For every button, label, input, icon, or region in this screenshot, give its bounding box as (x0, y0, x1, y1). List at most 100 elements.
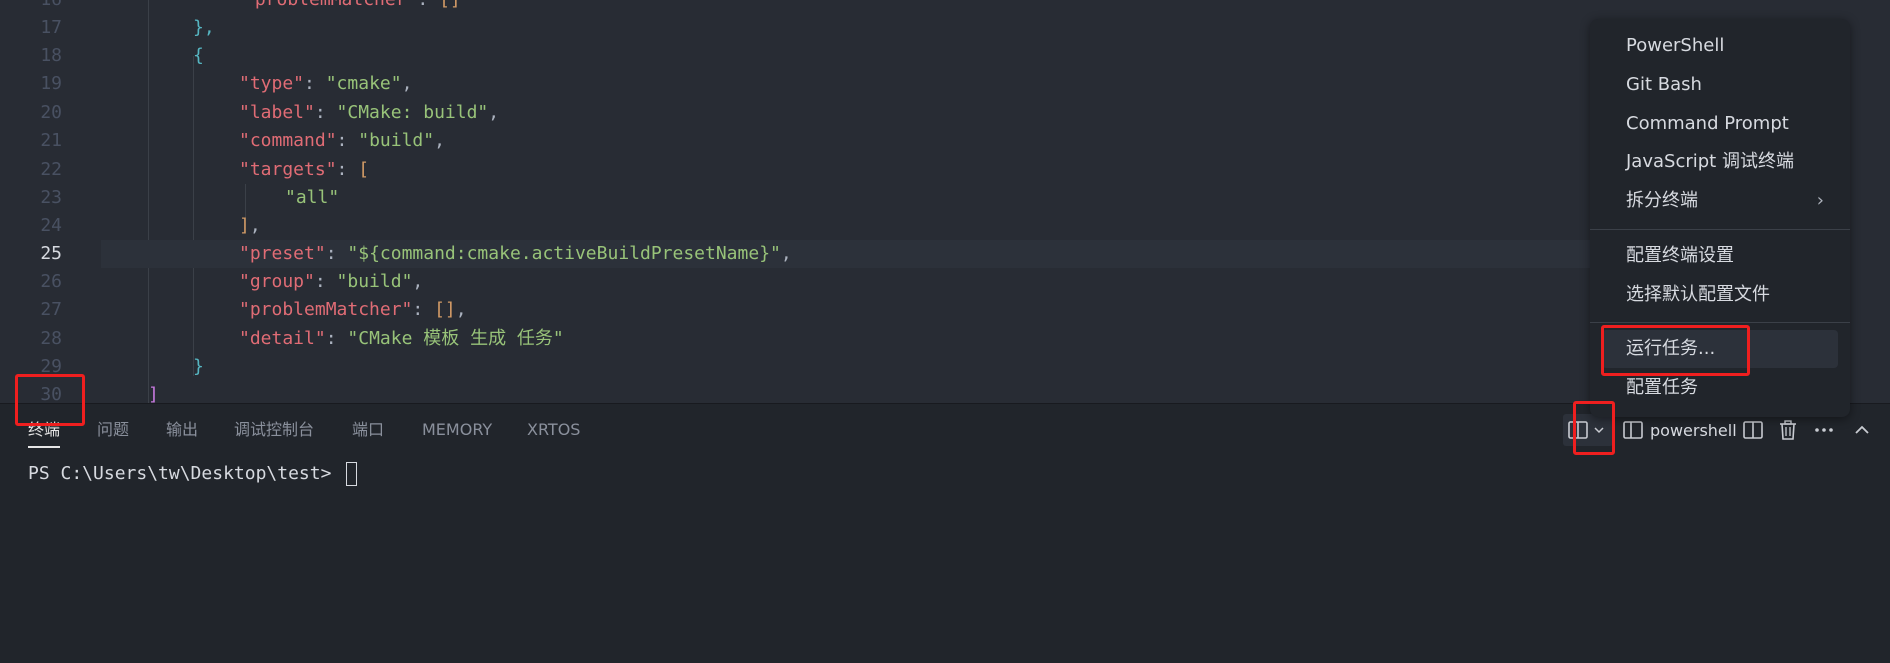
menu-item-configure-terminal-settings[interactable]: 配置终端设置 (1602, 237, 1838, 275)
code-token: : (325, 328, 348, 349)
code-token: "${command:cmake.activeBuildPresetName}" (347, 243, 781, 264)
code-text: "preset": "${command:cmake.activeBuildPr… (239, 240, 792, 268)
more-icon (1812, 419, 1836, 441)
menu-item-command-prompt[interactable]: Command Prompt (1602, 105, 1838, 143)
code-token: "all" (285, 187, 340, 208)
prompt-text: PS C:\Users\tw\Desktop\test> (28, 463, 343, 484)
line-number: 18 (40, 45, 62, 66)
terminal-prompt[interactable]: PS C:\Users\tw\Desktop\test> (28, 460, 358, 488)
line-number: 17 (40, 17, 62, 38)
line-number: 21 (40, 130, 62, 151)
code-text: "problemMatcher": [], (239, 296, 467, 324)
code-token: , (455, 299, 467, 320)
code-token: : (412, 299, 435, 320)
annotation-box-terminal-tab (15, 374, 85, 426)
maximize-panel-button[interactable] (1852, 414, 1872, 446)
shell-label: powershell (1650, 420, 1737, 440)
menu-item-split-terminal-label: 拆分终端 (1626, 190, 1698, 211)
code-token: "cmake" (325, 73, 402, 94)
code-text: "type": "cmake", (239, 70, 412, 98)
code-token: , (412, 271, 424, 292)
line-number: 28 (40, 328, 62, 349)
annotation-box-run-task (1601, 325, 1750, 376)
code-token: "problemMatcher" (244, 0, 417, 10)
menu-item-split-terminal[interactable]: 拆分终端 › (1602, 182, 1838, 220)
code-token: : (325, 243, 348, 264)
code-token: : (314, 102, 337, 123)
code-token: : (336, 130, 359, 151)
code-text: } (193, 353, 204, 381)
code-token: [] (439, 0, 461, 10)
code-text: { (193, 42, 204, 70)
terminal-cursor (346, 462, 358, 486)
line-number: 25 (40, 243, 62, 264)
code-token: "preset" (239, 243, 326, 264)
line-number: 24 (40, 215, 62, 236)
code-token: "group" (239, 271, 315, 292)
tab-ports[interactable]: 端口 (352, 404, 384, 456)
line-number: 27 (40, 299, 62, 320)
line-number: 23 (40, 187, 62, 208)
tab-problems[interactable]: 问题 (97, 404, 129, 456)
code-text: "group": "build", (239, 268, 423, 296)
chevron-up-icon (1852, 420, 1872, 440)
code-token: [] (434, 299, 456, 320)
code-token: "CMake 模板 生成 任务" (347, 328, 564, 349)
line-number: 20 (40, 102, 62, 123)
menu-item-javascript-debug-terminal[interactable]: JavaScript 调试终端 (1602, 143, 1838, 181)
tab-xrtos[interactable]: XRTOS (527, 404, 580, 456)
line-number: 26 (40, 271, 62, 292)
line-number: 22 (40, 159, 62, 180)
split-icon (1742, 419, 1764, 441)
code-token: , (249, 215, 261, 236)
chevron-right-icon: › (1816, 190, 1824, 211)
code-token: } (193, 356, 204, 377)
panel-tabs: 终端 问题 输出 调试控制台 端口 MEMORY XRTOS (0, 404, 1300, 456)
code-token: : (304, 73, 326, 94)
code-text: ], (239, 212, 261, 240)
trash-icon (1777, 419, 1799, 441)
menu-item-powershell[interactable]: PowerShell (1602, 27, 1838, 65)
code-text: ] (148, 381, 159, 403)
terminal-icon (1622, 419, 1644, 441)
line-number: 16 (0, 0, 62, 14)
more-actions-button[interactable] (1812, 414, 1836, 446)
menu-item-git-bash[interactable]: Git Bash (1602, 66, 1838, 104)
code-token: : (336, 159, 359, 180)
code-text: "all" (285, 184, 339, 212)
code-text: "problemMatcher": [] (244, 0, 461, 14)
code-token: { (193, 45, 204, 66)
menu-item-select-default-profile[interactable]: 选择默认配置文件 (1602, 276, 1838, 314)
code-token: "detail" (239, 328, 326, 349)
code-line[interactable]: 16 "problemMatcher": [] (0, 0, 1890, 14)
terminal-selector[interactable]: powershell (1622, 414, 1737, 446)
code-token: , (434, 130, 445, 151)
split-terminal-button[interactable] (1742, 414, 1764, 446)
code-token: "build" (358, 130, 435, 151)
annotation-box-dropdown-chevron (1573, 401, 1615, 455)
tab-memory[interactable]: MEMORY (422, 404, 492, 456)
line-number: 19 (40, 73, 62, 94)
code-text: "detail": "CMake 模板 生成 任务" (239, 325, 564, 353)
code-token: "targets" (239, 159, 337, 180)
code-token: "build" (336, 271, 413, 292)
code-token: }, (193, 17, 215, 38)
kill-terminal-button[interactable] (1777, 414, 1799, 446)
code-token: , (401, 73, 413, 94)
menu-separator (1590, 229, 1850, 230)
code-token: , (780, 243, 792, 264)
code-text: "label": "CMake: build", (239, 99, 499, 127)
code-line[interactable]: 25 "preset": "${command:cmake.activeBuild… (40, 240, 1591, 268)
code-token: "problemMatcher" (239, 299, 413, 320)
tab-output[interactable]: 输出 (166, 404, 198, 456)
code-text: "targets": [ (239, 156, 369, 184)
code-token: "label" (239, 102, 315, 123)
code-token: ] (239, 215, 250, 236)
menu-separator (1590, 322, 1850, 323)
code-text: }, (193, 14, 215, 42)
code-token: [ (358, 159, 370, 180)
code-token: "type" (239, 73, 305, 94)
code-text: "command": "build", (239, 127, 445, 155)
code-token: "command" (239, 130, 337, 151)
tab-debug-console[interactable]: 调试控制台 (234, 404, 314, 456)
